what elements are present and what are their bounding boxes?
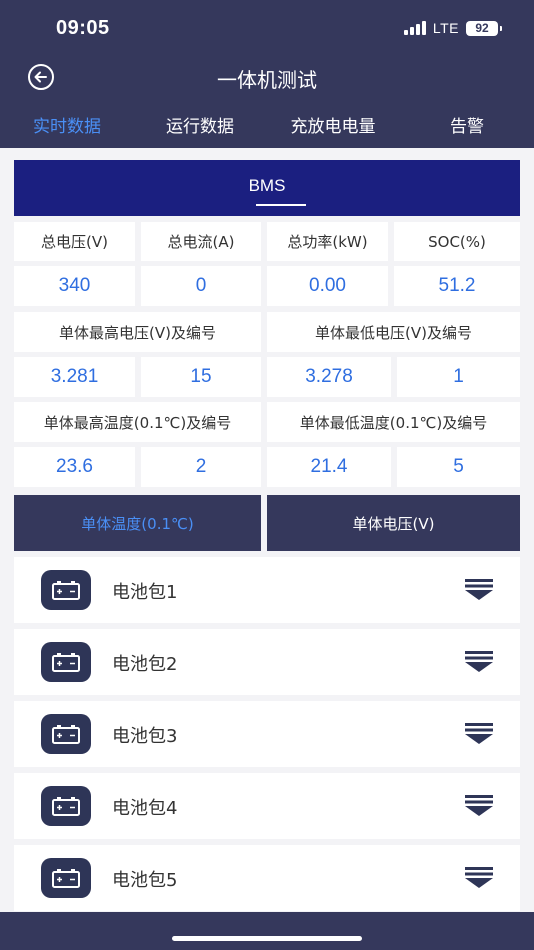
battery-icon <box>41 570 91 610</box>
battery-pack-item[interactable]: 电池包3 <box>14 701 520 767</box>
max-cell-voltage-number: 15 <box>141 357 261 397</box>
expand-icon[interactable] <box>465 651 493 673</box>
battery-pack-item[interactable]: 电池包2 <box>14 629 520 695</box>
expand-icon[interactable] <box>465 723 493 745</box>
bms-section-header: BMS <box>14 160 520 216</box>
total-power-label: 总功率(kW) <box>267 222 388 261</box>
battery-icon: 92 <box>466 20 502 36</box>
total-voltage-value: 340 <box>14 266 135 306</box>
network-label: LTE <box>432 20 459 36</box>
total-current-label: 总电流(A) <box>141 222 261 261</box>
battery-icon <box>41 642 91 682</box>
app-header: 09:05 LTE 92 一体机测试 实时数据 运行数据 充放电电量 告警 <box>0 0 534 148</box>
signal-icon <box>403 21 426 35</box>
total-current-value: 0 <box>141 266 261 306</box>
max-cell-voltage-label: 单体最高电压(V)及编号 <box>14 312 261 352</box>
bms-title: BMS <box>248 176 286 195</box>
expand-icon[interactable] <box>465 795 493 817</box>
bms-underline <box>256 204 306 206</box>
battery-pack-label: 电池包4 <box>112 798 178 819</box>
tab-realtime-data[interactable]: 实时数据 <box>0 112 134 137</box>
min-cell-temp-value: 21.4 <box>267 447 391 487</box>
battery-pack-label: 电池包1 <box>112 582 178 603</box>
tab-charge-discharge[interactable]: 充放电电量 <box>266 112 400 137</box>
battery-icon <box>41 858 91 898</box>
expand-icon[interactable] <box>465 579 493 601</box>
min-cell-voltage-number: 1 <box>397 357 520 397</box>
battery-pack-item[interactable]: 电池包4 <box>14 773 520 839</box>
page-title: 一体机测试 <box>217 68 317 92</box>
tab-running-data[interactable]: 运行数据 <box>133 112 267 137</box>
min-cell-temp-label: 单体最低温度(0.1℃)及编号 <box>267 402 520 442</box>
battery-icon <box>41 786 91 826</box>
tab-cell-voltage[interactable]: 单体电压(V) <box>267 495 520 551</box>
soc-value: 51.2 <box>394 266 520 306</box>
min-cell-voltage-value: 3.278 <box>267 357 391 397</box>
max-cell-temp-value: 23.6 <box>14 447 135 487</box>
tab-cell-temperature[interactable]: 单体温度(0.1℃) <box>14 495 261 551</box>
battery-icon <box>41 714 91 754</box>
max-cell-temp-number: 2 <box>141 447 261 487</box>
battery-pack-label: 电池包5 <box>112 870 178 891</box>
min-cell-temp-number: 5 <box>397 447 520 487</box>
bottom-bar <box>0 912 534 950</box>
battery-pack-label: 电池包3 <box>112 726 178 747</box>
max-cell-voltage-value: 3.281 <box>14 357 135 397</box>
min-cell-voltage-label: 单体最低电压(V)及编号 <box>267 312 520 352</box>
status-time: 09:05 <box>56 17 110 39</box>
battery-pack-item[interactable]: 电池包1 <box>14 557 520 623</box>
total-voltage-label: 总电压(V) <box>14 222 135 261</box>
tab-alarm[interactable]: 告警 <box>400 112 534 137</box>
battery-pack-label: 电池包2 <box>112 654 178 675</box>
battery-pack-item[interactable]: 电池包5 <box>14 845 520 911</box>
total-power-value: 0.00 <box>267 266 388 306</box>
home-indicator[interactable] <box>172 936 362 941</box>
max-cell-temp-label: 单体最高温度(0.1℃)及编号 <box>14 402 261 442</box>
status-indicators: LTE 92 <box>403 20 502 36</box>
expand-icon[interactable] <box>465 867 493 889</box>
main-tabs: 实时数据 运行数据 充放电电量 告警 <box>0 112 534 140</box>
soc-label: SOC(%) <box>394 222 520 261</box>
